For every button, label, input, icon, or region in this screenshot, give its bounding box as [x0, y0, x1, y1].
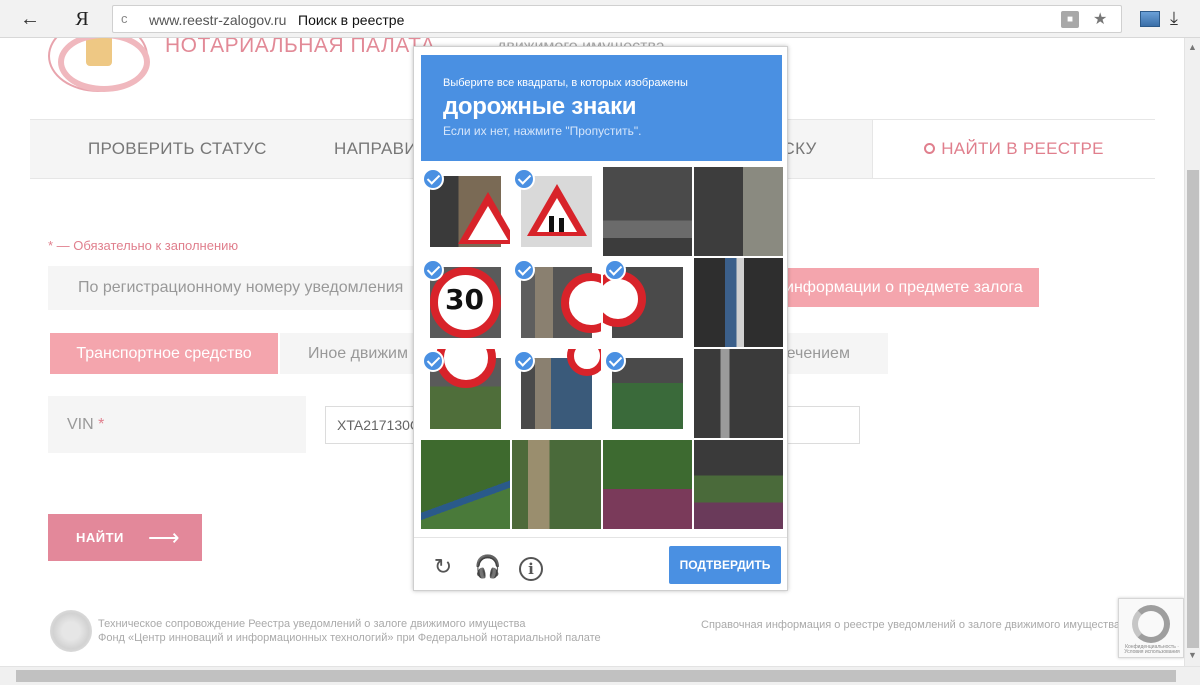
confirm-button[interactable]: ПОДТВЕРДИТЬ: [669, 546, 781, 584]
footer-support-text: Техническое сопровождение Реестра уведом…: [98, 618, 526, 630]
captcha-tile[interactable]: [421, 349, 510, 438]
captcha-tile[interactable]: [694, 258, 783, 347]
vin-required-mark: *: [98, 416, 105, 433]
captcha-tile[interactable]: [421, 440, 510, 529]
captcha-tile[interactable]: [512, 167, 601, 256]
captcha-tile[interactable]: [512, 349, 601, 438]
download-icon[interactable]: ⤓: [1170, 8, 1178, 29]
info-glyph: i: [519, 557, 543, 581]
scroll-down-icon[interactable]: ▼: [1188, 650, 1197, 660]
find-button[interactable]: НАЙТИ ⟶: [48, 514, 202, 561]
captcha-tile[interactable]: [603, 167, 692, 256]
vin-input-tail[interactable]: [780, 406, 860, 444]
captcha-target: дорожные знаки: [443, 93, 637, 120]
captcha-instructions: Выберите все квадраты, в которых изображ…: [421, 55, 782, 161]
captcha-footer: ↻ 🎧 i ПОДТВЕРДИТЬ: [414, 537, 787, 591]
search-icon: [924, 143, 936, 154]
notary-chamber-logo[interactable]: [48, 38, 150, 92]
captcha-tile[interactable]: [421, 167, 510, 256]
checkmark-icon: [513, 259, 535, 281]
reload-icon[interactable]: c: [121, 11, 128, 26]
footer-reference-link[interactable]: Справочная информация о реестре уведомле…: [701, 619, 1120, 631]
scroll-up-icon[interactable]: ▲: [1188, 42, 1197, 52]
vin-label-text: VIN: [67, 416, 94, 433]
checkmark-icon: [604, 259, 626, 281]
yandex-logo[interactable]: Я: [72, 6, 92, 32]
captcha-tile[interactable]: [603, 258, 692, 347]
captcha-tile[interactable]: [694, 349, 783, 438]
captcha-tile[interactable]: [694, 440, 783, 529]
fund-logo: [50, 610, 92, 652]
arrow-right-icon: ⟶: [148, 525, 181, 550]
recaptcha-badge-text[interactable]: Конфиденциальность · Условия использован…: [1122, 645, 1182, 655]
captcha-tile[interactable]: [603, 440, 692, 529]
checkmark-icon: [422, 259, 444, 281]
vertical-scroll-thumb[interactable]: [1187, 170, 1199, 648]
captcha-tile[interactable]: 30: [421, 258, 510, 347]
captcha-tile[interactable]: [512, 258, 601, 347]
checkmark-icon: [604, 350, 626, 372]
captcha-tile[interactable]: [694, 167, 783, 256]
tab-send[interactable]: НАПРАВИ: [334, 120, 417, 178]
horizontal-scroll-thumb[interactable]: [16, 670, 1176, 682]
back-icon[interactable]: ←: [16, 6, 44, 32]
chamber-title: НОТАРИАЛЬНАЯ ПАЛАТА: [165, 38, 436, 57]
recaptcha-badge[interactable]: Конфиденциальность · Условия использован…: [1118, 598, 1184, 658]
captcha-instruction-text: Выберите все квадраты, в которых изображ…: [443, 77, 688, 89]
checkmark-icon: [422, 350, 444, 372]
property-type-vehicle[interactable]: Транспортное средство: [50, 333, 278, 374]
headphones-icon[interactable]: 🎧: [474, 554, 501, 580]
star-icon[interactable]: ★: [1093, 9, 1107, 29]
checkmark-icon: [513, 350, 535, 372]
url-page-title: Поиск в реестре: [298, 12, 405, 28]
footer-fund-text: Фонд «Центр инноваций и информационных т…: [98, 632, 601, 644]
tab-find-in-registry[interactable]: НАЙТИ В РЕЕСТРЕ: [872, 120, 1155, 178]
url-domain: www.reestr-zalogov.ru: [149, 12, 287, 28]
captcha-skip-hint: Если их нет, нажмите "Пропустить".: [443, 124, 642, 138]
required-note: * — Обязательно к заполнению: [48, 238, 239, 253]
captcha-tile[interactable]: [512, 440, 601, 529]
property-type-other[interactable]: Иное движим: [280, 333, 430, 374]
captcha-tile[interactable]: [603, 349, 692, 438]
lock-icon[interactable]: ■: [1061, 11, 1079, 28]
recaptcha-challenge: Выберите все квадраты, в которых изображ…: [413, 46, 788, 591]
horizontal-scrollbar[interactable]: [0, 666, 1200, 685]
sign-speed-limit: 30: [445, 283, 484, 316]
reload-icon[interactable]: ↻: [430, 554, 456, 580]
captcha-image-grid: 30: [421, 167, 783, 529]
checkmark-icon: [422, 168, 444, 190]
recaptcha-logo-icon: [1132, 605, 1170, 643]
address-bar[interactable]: c www.reestr-zalogov.ru Поиск в реестре …: [112, 5, 1122, 33]
find-button-label: НАЙТИ: [76, 530, 124, 545]
checkmark-icon: [513, 168, 535, 190]
browser-toolbar: ← Я c www.reestr-zalogov.ru Поиск в реес…: [0, 0, 1200, 38]
search-mode-registration-number[interactable]: По регистрационному номеру уведомления: [48, 266, 428, 310]
vertical-scrollbar[interactable]: ▲ ▼: [1184, 38, 1200, 666]
extension-icon[interactable]: [1140, 11, 1160, 27]
info-icon[interactable]: i: [518, 554, 544, 581]
vin-label: VIN *: [48, 396, 306, 453]
tab-find-label: НАЙТИ В РЕЕСТРЕ: [941, 139, 1104, 158]
tab-check-status[interactable]: ПРОВЕРИТЬ СТАТУС: [88, 120, 267, 178]
